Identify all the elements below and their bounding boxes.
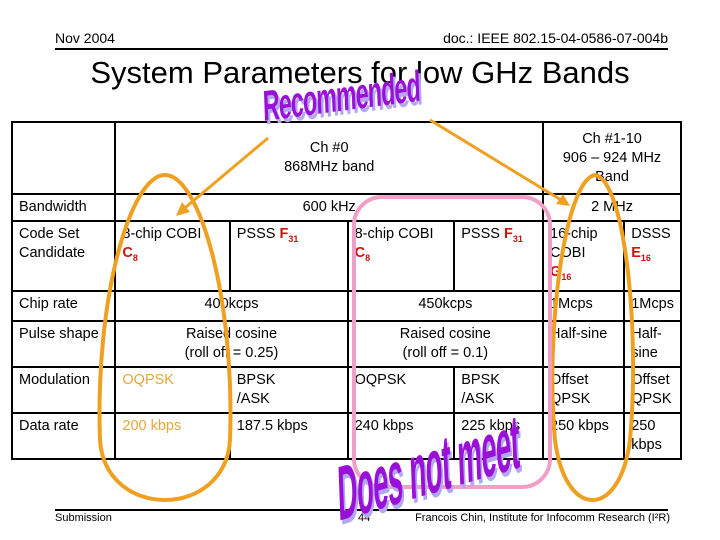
- bandwidth-915: 2 MHz: [542, 193, 682, 222]
- header-doc-id: doc.: IEEE 802.15-04-0586-07-004b: [443, 30, 668, 46]
- mod-line: Offset: [550, 371, 589, 388]
- code-symbol: G16: [550, 264, 572, 282]
- code-symbol: F31: [279, 226, 299, 244]
- code-symbol: C8: [354, 245, 371, 263]
- bandwidth-868: 600 kHz: [114, 193, 545, 222]
- label-line: Code Set: [19, 226, 80, 242]
- code-symbol: E16: [631, 245, 651, 263]
- mod-line: /ASK: [236, 390, 270, 407]
- code-name: COBI: [550, 245, 586, 261]
- pulse-shape-cell: Half-sine: [542, 319, 626, 368]
- table-row-band-header: Ch #0 868MHz band Ch #1-10 906 – 924 MHz…: [10, 121, 682, 195]
- data-rate-cell: 200 kbps: [114, 411, 231, 460]
- band-868-line1: Ch #0: [309, 140, 349, 156]
- data-rate-cell: 250 kbps: [623, 411, 682, 460]
- band-915-header: Ch #1-10 906 – 924 MHz Band: [542, 121, 682, 195]
- table-row-code-set: Code Set Candidate 8-chip COBI C8 PSSS F…: [10, 220, 682, 292]
- table-row-pulse-shape: Pulse shape Raised cosine (roll off = 0.…: [10, 319, 682, 368]
- label-line: Candidate: [19, 245, 86, 261]
- pulse-line: Raised cosine: [399, 325, 491, 342]
- parameters-table: Ch #0 868MHz band Ch #1-10 906 – 924 MHz…: [10, 121, 682, 460]
- row-label: Pulse shape: [10, 319, 117, 368]
- code-cell: 8-chip COBI C8: [346, 220, 456, 292]
- row-label: Data rate: [10, 411, 117, 460]
- code-cell: 8-chip COBI C8: [114, 220, 231, 292]
- code-name: 8-chip COBI: [122, 226, 202, 242]
- pulse-line: Raised cosine: [185, 325, 278, 342]
- code-symbol: F31: [503, 226, 523, 244]
- band-868-line2: 868MHz band: [284, 159, 375, 175]
- footer-author: Francois Chin, Institute for Infocomm Re…: [415, 512, 670, 524]
- band-868-header: Ch #0 868MHz band: [114, 121, 545, 195]
- row-label: Modulation: [10, 365, 117, 414]
- rate-line: 250: [631, 417, 656, 434]
- pulse-line: (roll off = 0.25): [184, 344, 279, 361]
- band-915-line2: 906 – 924 MHz: [562, 149, 662, 166]
- row-label: Code Set Candidate: [10, 220, 117, 292]
- pulse-line: sine: [631, 344, 658, 361]
- chip-rate-cell: 1Mcps: [623, 289, 682, 322]
- band-915-line1: Ch #1-10: [582, 130, 642, 147]
- mod-line: BPSK: [461, 371, 500, 388]
- code-cell: 16-chip COBI G16: [542, 220, 626, 292]
- header-rule: [55, 48, 668, 50]
- data-rate-cell: 187.5 kbps: [228, 411, 349, 460]
- pulse-shape-cell: Raised cosine (roll off = 0.25): [114, 319, 349, 368]
- row-label: Chip rate: [10, 289, 117, 322]
- code-name: PSSS: [461, 226, 504, 242]
- code-cell: PSSS F31: [453, 220, 545, 292]
- table-row-modulation: Modulation OQPSK BPSK /ASK OQPSK BPSK /A…: [10, 365, 682, 414]
- chip-rate-cell: 400kcps: [114, 289, 349, 322]
- mod-line: Offset: [631, 371, 670, 388]
- modulation-cell: BPSK /ASK: [228, 365, 349, 414]
- mod-line: BPSK: [236, 371, 276, 388]
- table-row-chip-rate: Chip rate 400kcps 450kcps 1Mcps 1Mcps: [10, 289, 682, 322]
- band-915-line3: Band: [595, 168, 629, 185]
- chip-rate-cell: 1Mcps: [542, 289, 626, 322]
- data-rate-cell: 250 kbps: [542, 411, 626, 460]
- code-name: 8-chip COBI: [354, 226, 434, 242]
- modulation-cell: Offset QPSK: [623, 365, 682, 414]
- corner-cell: [10, 121, 117, 195]
- rate-line: kbps: [631, 436, 662, 453]
- chip-rate-cell: 450kcps: [346, 289, 545, 322]
- header-date: Nov 2004: [55, 30, 115, 46]
- modulation-cell: OQPSK: [114, 365, 231, 414]
- code-name: 16-chip: [550, 226, 598, 242]
- row-label: Bandwidth: [10, 193, 117, 222]
- code-symbol: C8: [122, 245, 138, 263]
- code-cell: DSSS E16: [623, 220, 682, 292]
- footer-submission: Submission: [55, 512, 112, 524]
- pulse-shape-cell: Half- sine: [623, 319, 682, 368]
- modulation-cell: OQPSK: [346, 365, 456, 414]
- pulse-line: (roll off = 0.1): [402, 344, 489, 361]
- code-name: PSSS: [236, 226, 280, 242]
- code-cell: PSSS F31: [228, 220, 349, 292]
- pulse-line: Half-: [631, 325, 662, 342]
- mod-line: QPSK: [631, 390, 672, 407]
- mod-line: QPSK: [550, 390, 591, 407]
- pulse-shape-cell: Raised cosine (roll off = 0.1): [346, 319, 545, 368]
- modulation-cell: Offset QPSK: [542, 365, 626, 414]
- table-row-bandwidth: Bandwidth 600 kHz 2 MHz: [10, 193, 682, 222]
- code-name: DSSS: [631, 226, 671, 242]
